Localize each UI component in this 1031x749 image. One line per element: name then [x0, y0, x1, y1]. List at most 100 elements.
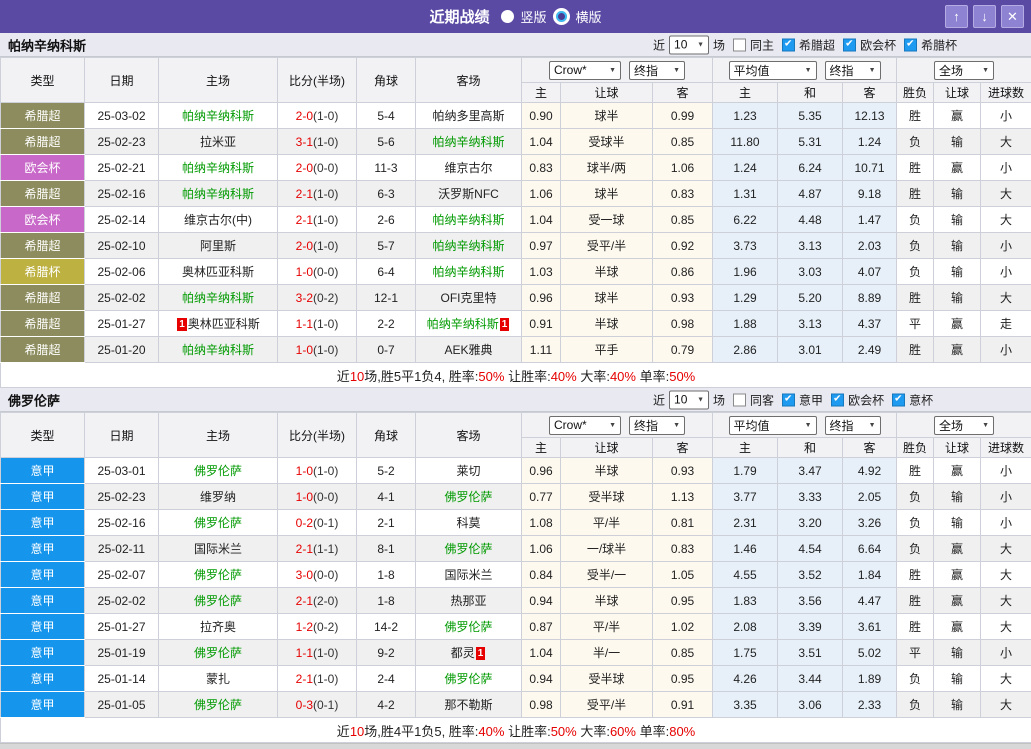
scroll-up-button[interactable]: ↑: [945, 5, 968, 28]
home-team-name[interactable]: 奥林匹亚科斯: [188, 317, 260, 331]
home-team-name[interactable]: 帕纳辛纳科斯: [182, 109, 254, 123]
match-date: 25-03-02: [85, 103, 159, 129]
odds-final-select[interactable]: 终指▼: [629, 61, 685, 80]
recent-count-select[interactable]: 10▼: [669, 390, 709, 409]
result-handicap: 赢: [934, 337, 981, 363]
away-team-name[interactable]: 佛罗伦萨: [444, 620, 492, 634]
home-team-name[interactable]: 佛罗伦萨: [194, 516, 242, 530]
home-team-name[interactable]: 维京古尔(中): [184, 213, 252, 227]
avg-select[interactable]: 平均值▼: [729, 416, 817, 435]
home-team-name[interactable]: 蒙扎: [206, 672, 230, 686]
home-team-name[interactable]: 帕纳辛纳科斯: [182, 291, 254, 305]
home-team-name[interactable]: 佛罗伦萨: [194, 568, 242, 582]
away-team-name[interactable]: 帕纳辛纳科斯: [432, 265, 504, 279]
handicap-line: 半球: [561, 458, 653, 484]
league-filter-label: 希腊杯: [921, 36, 957, 53]
home-team-name[interactable]: 佛罗伦萨: [194, 646, 242, 660]
handicap-odds-away: 0.85: [653, 129, 713, 155]
home-team-name[interactable]: 帕纳辛纳科斯: [182, 343, 254, 357]
scope-select-value: 全场: [939, 417, 963, 434]
home-team-name[interactable]: 拉齐奥: [200, 620, 236, 634]
away-team-name[interactable]: 帕纳辛纳科斯: [432, 239, 504, 253]
away-team-name[interactable]: 都灵: [451, 646, 475, 660]
recent-count-select[interactable]: 10▼: [669, 35, 709, 54]
handicap-odds-home: 0.96: [522, 458, 561, 484]
home-team-name[interactable]: 佛罗伦萨: [194, 698, 242, 712]
scope-select[interactable]: 全场▼: [934, 61, 994, 80]
away-team-name[interactable]: 沃罗斯NFC: [438, 187, 499, 201]
close-button[interactable]: ✕: [1001, 5, 1024, 28]
avg-final-select[interactable]: 终指▼: [825, 416, 881, 435]
league-filter-checkbox[interactable]: [904, 38, 917, 51]
away-team-name[interactable]: 佛罗伦萨: [444, 490, 492, 504]
same-venue-checkbox[interactable]: [733, 393, 746, 406]
odds-company-select[interactable]: Crow*▼: [549, 61, 621, 80]
recent-count-select-value: 10: [674, 393, 687, 407]
home-team: 帕纳辛纳科斯: [159, 337, 278, 363]
away-team: 莱切: [416, 458, 522, 484]
away-team-name[interactable]: AEK雅典: [444, 343, 492, 357]
away-team-name[interactable]: 帕纳多里高斯: [432, 109, 504, 123]
odds-final-select[interactable]: 终指▼: [629, 416, 685, 435]
scroll-down-button[interactable]: ↓: [973, 5, 996, 28]
home-team-name[interactable]: 帕纳辛纳科斯: [182, 161, 254, 175]
away-team: 国际米兰: [416, 562, 522, 588]
league-filter-checkbox[interactable]: [782, 38, 795, 51]
away-team-name[interactable]: 那不勒斯: [444, 698, 492, 712]
league-filter-checkbox[interactable]: [782, 393, 795, 406]
league-filter-checkbox[interactable]: [831, 393, 844, 406]
result-handicap: 输: [934, 129, 981, 155]
home-team-name[interactable]: 国际米兰: [194, 542, 242, 556]
odds-company-select-value: Crow*: [554, 418, 587, 432]
home-team-name[interactable]: 维罗纳: [200, 490, 236, 504]
summary-games: 10: [350, 724, 364, 739]
result-handicap: 输: [934, 233, 981, 259]
home-team-name[interactable]: 阿里斯: [200, 239, 236, 253]
result-wdl: 负: [897, 484, 934, 510]
avg-select[interactable]: 平均值▼: [729, 61, 817, 80]
home-team-name[interactable]: 佛罗伦萨: [194, 594, 242, 608]
handicap-line: 受半球: [561, 666, 653, 692]
away-team-name[interactable]: 帕纳辛纳科斯: [432, 135, 504, 149]
away-team-name[interactable]: 热那亚: [450, 594, 486, 608]
league-filter-checkbox[interactable]: [843, 38, 856, 51]
away-team-name[interactable]: 国际米兰: [444, 568, 492, 582]
away-team-name[interactable]: 帕纳辛纳科斯: [432, 213, 504, 227]
avg-odds-away: 8.89: [843, 285, 897, 311]
match-date: 25-02-23: [85, 129, 159, 155]
same-venue-label: 同主: [750, 36, 774, 53]
handicap-odds-home: 0.84: [522, 562, 561, 588]
result-goals: 小: [981, 233, 1031, 259]
avg-odds-home: 1.88: [713, 311, 778, 337]
home-team-name[interactable]: 佛罗伦萨: [194, 464, 242, 478]
away-team-name[interactable]: 帕纳辛纳科斯: [427, 317, 499, 331]
same-venue-checkbox[interactable]: [733, 38, 746, 51]
away-team-name[interactable]: 佛罗伦萨: [444, 672, 492, 686]
away-team-name[interactable]: OFI克里特: [441, 291, 497, 305]
odds-company-select[interactable]: Crow*▼: [549, 416, 621, 435]
scope-select[interactable]: 全场▼: [934, 416, 994, 435]
radio-vertical[interactable]: [501, 10, 514, 23]
home-team-name[interactable]: 帕纳辛纳科斯: [182, 187, 254, 201]
home-team-name[interactable]: 奥林匹亚科斯: [182, 265, 254, 279]
avg-odds-away: 4.47: [843, 588, 897, 614]
avg-odds-draw: 3.20: [778, 510, 843, 536]
league-filter-checkbox[interactable]: [892, 393, 905, 406]
avg-final-select[interactable]: 终指▼: [825, 61, 881, 80]
match-score: 1-0(1-0): [278, 337, 357, 363]
away-team-name[interactable]: 佛罗伦萨: [444, 542, 492, 556]
fulltime-score: 3-1: [296, 135, 313, 149]
avg-odds-draw: 3.44: [778, 666, 843, 692]
home-team: 国际米兰: [159, 536, 278, 562]
match-row: 希腊超25-02-02帕纳辛纳科斯3-2(0-2)12-1OFI克里特0.96球…: [1, 285, 1031, 311]
match-score: 2-0(1-0): [278, 233, 357, 259]
avg-odds-away: 3.61: [843, 614, 897, 640]
away-team-name[interactable]: 科莫: [456, 516, 480, 530]
radio-horizontal[interactable]: [553, 8, 570, 25]
halftime-score: (1-0): [313, 187, 338, 201]
home-team-name[interactable]: 拉米亚: [200, 135, 236, 149]
away-team-name[interactable]: 莱切: [456, 464, 480, 478]
handicap-odds-home: 1.04: [522, 129, 561, 155]
away-team-name[interactable]: 维京古尔: [444, 161, 492, 175]
avg-odds-away: 4.92: [843, 458, 897, 484]
